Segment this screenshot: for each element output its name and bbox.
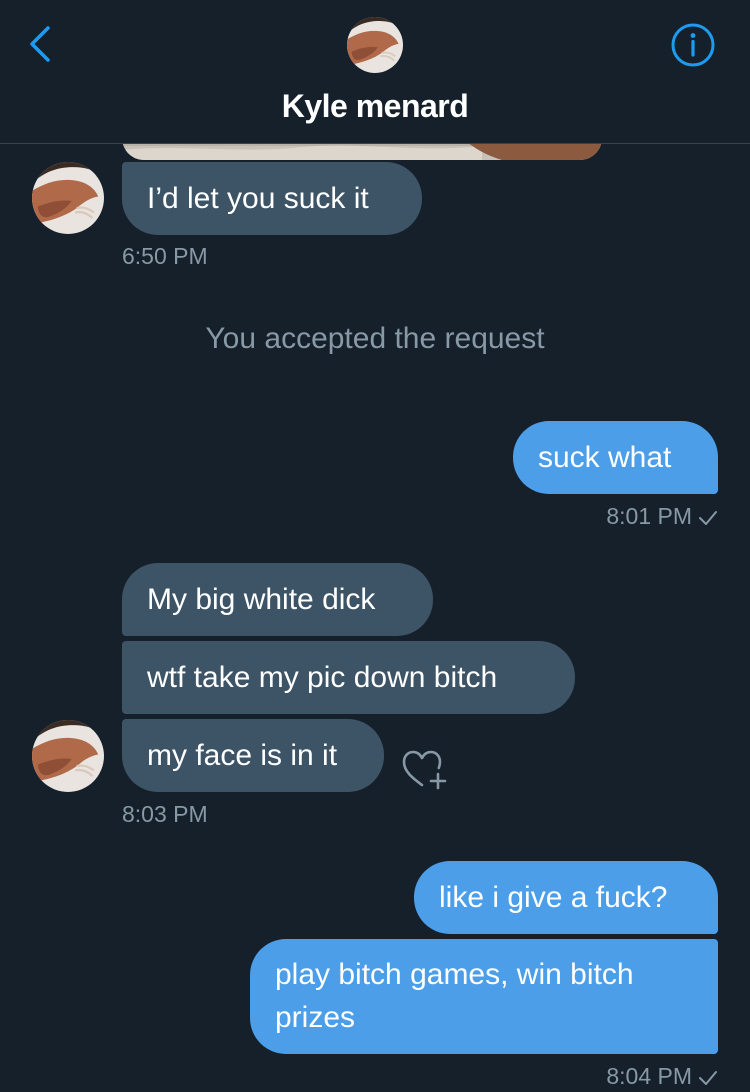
conversation-header: Kyle menard: [0, 0, 750, 144]
message-bubble-outgoing[interactable]: play bitch games, win bitch prizes: [250, 939, 718, 1054]
timestamp-text: 8:04 PM: [606, 1063, 692, 1089]
message-bubble-outgoing[interactable]: suck what: [513, 421, 718, 494]
like-message-button[interactable]: [400, 747, 450, 791]
message-bubble-incoming[interactable]: My big white dick: [122, 563, 433, 636]
message-text: My big white dick: [147, 583, 376, 616]
message-bubble-incoming[interactable]: wtf take my pic down bitch: [122, 641, 575, 714]
timestamp-text: 8:01 PM: [606, 503, 692, 529]
message-text: wtf take my pic down bitch: [147, 661, 498, 694]
back-button[interactable]: [22, 24, 58, 64]
sent-check-icon: [699, 1070, 717, 1085]
message-timestamp: 8:01 PM: [520, 503, 718, 530]
message-text: my face is in it: [147, 739, 338, 772]
sent-check-icon: [699, 510, 717, 525]
message-text: like i give a fuck?: [439, 881, 668, 914]
message-text: I’d let you suck it: [147, 182, 369, 215]
request-accepted-notice: You accepted the request: [205, 322, 545, 355]
chevron-left-icon: [30, 26, 50, 62]
message-text: play bitch games, win bitch prizes: [275, 958, 634, 1034]
message-bubble-incoming[interactable]: my face is in it: [122, 719, 384, 792]
message-timestamp: 8:03 PM: [122, 801, 208, 827]
message-text: suck what: [538, 441, 672, 474]
info-circle-icon: [671, 23, 715, 67]
sender-avatar[interactable]: [32, 720, 104, 792]
message-bubble-outgoing[interactable]: like i give a fuck?: [414, 861, 718, 934]
heart-add-icon: [402, 750, 447, 790]
message-timestamp: 8:04 PM: [520, 1063, 718, 1090]
header-avatar[interactable]: [347, 17, 403, 73]
conversation-title[interactable]: Kyle menard: [0, 88, 750, 125]
message-bubble-incoming[interactable]: I’d let you suck it: [122, 162, 422, 235]
info-button[interactable]: [670, 22, 716, 68]
sender-avatar[interactable]: [32, 162, 104, 234]
message-timestamp: 6:50 PM: [122, 243, 208, 269]
